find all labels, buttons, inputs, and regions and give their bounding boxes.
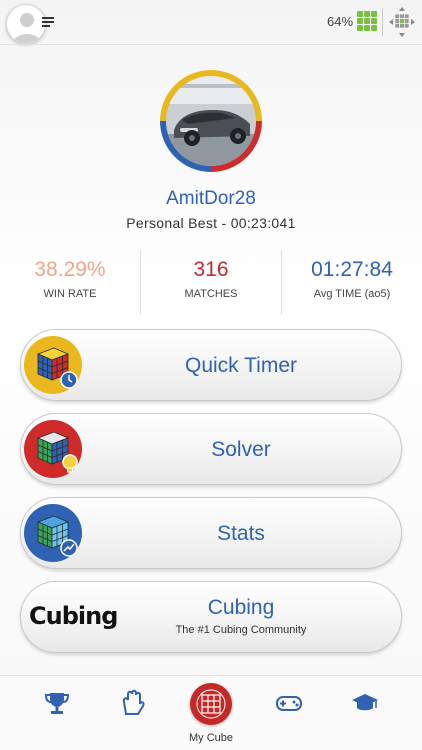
menu-icon[interactable] [42, 17, 56, 29]
bottom-navigation: My Cube [0, 675, 422, 750]
stat-value: 38.29% [34, 258, 106, 281]
trophy-icon[interactable] [42, 688, 72, 718]
stat-value: 316 [193, 258, 229, 281]
quick-timer-label: Quick Timer [184, 354, 297, 377]
profile-avatar-icon[interactable] [6, 4, 46, 44]
stats-label: Stats [217, 522, 265, 545]
my-cube-tab[interactable] [190, 683, 232, 725]
stats-button[interactable]: Stats [20, 497, 402, 569]
stat-win-rate: 38.29% WIN RATE [0, 250, 140, 314]
graduation-cap-icon[interactable] [350, 688, 380, 718]
quick-timer-icon [24, 336, 82, 394]
personal-best: Personal Best - 00:23:041 [126, 215, 296, 231]
gamepad-icon[interactable] [274, 688, 304, 718]
stat-matches: 316 MATCHES [141, 250, 281, 314]
stat-label: MATCHES [184, 288, 238, 300]
stat-value: 01:27:84 [311, 258, 393, 281]
solver-icon [24, 420, 82, 478]
top-bar: 64% [0, 0, 422, 45]
solver-button[interactable]: Solver [20, 413, 402, 485]
profile-picture [166, 76, 256, 166]
glove-icon[interactable] [118, 688, 148, 718]
cube-battery-icon [357, 11, 377, 31]
profile-picture-frame[interactable] [160, 70, 262, 172]
stat-label: WIN RATE [43, 288, 97, 300]
cubing-subtitle: The #1 Cubing Community [175, 624, 307, 636]
cubing-community-button[interactable]: Cubing Cubing The #1 Cubing Community [20, 581, 402, 653]
solver-label: Solver [211, 438, 271, 461]
stats-icon [24, 504, 82, 562]
my-cube-tab-label: My Cube [188, 732, 234, 744]
username: AmitDor28 [166, 188, 256, 209]
cube-grid-icon [196, 689, 226, 719]
quick-timer-button[interactable]: Quick Timer [20, 329, 402, 401]
stat-avg-time: 01:27:84 Avg TIME (ao5) [282, 250, 422, 314]
cubing-label: Cubing [207, 596, 275, 619]
battery-percentage: 64% [327, 14, 354, 29]
stat-label: Avg TIME (ao5) [313, 288, 391, 300]
stats-row: 38.29% WIN RATE 316 MATCHES 01:27:84 Avg… [0, 250, 422, 314]
header-divider [382, 8, 383, 36]
header-divider-line [0, 44, 422, 45]
cube-navigation-icon[interactable] [388, 6, 416, 38]
